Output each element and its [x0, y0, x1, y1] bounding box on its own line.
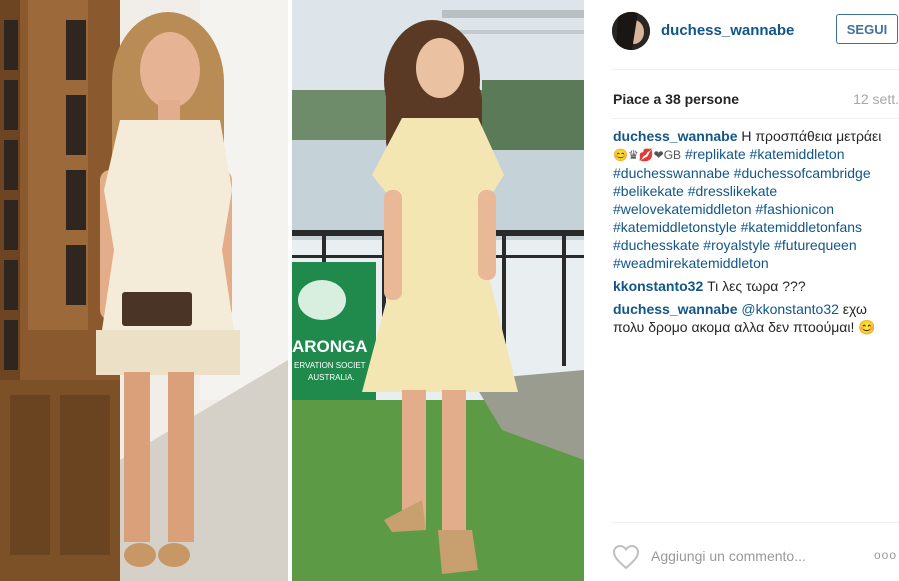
- post-date[interactable]: 12 sett.: [853, 91, 899, 107]
- hashtag[interactable]: #belikekate: [613, 183, 684, 199]
- sign-text-1: ARONGA: [292, 337, 368, 356]
- comment-text: Η προσπάθεια μετράει: [741, 128, 882, 144]
- post-image[interactable]: ARONGA ERVATION SOCIET AUSTRALIA.: [0, 0, 584, 581]
- hashtag[interactable]: #katemiddletonfans: [741, 219, 862, 235]
- post-panel: duchess_wannabe SEGUI Piace a 38 persone…: [584, 0, 899, 581]
- comment-emoji: 😊♛💋❤GB: [613, 148, 682, 162]
- photo-left: [0, 0, 288, 581]
- more-options-icon[interactable]: ooo: [874, 548, 897, 562]
- hashtag[interactable]: #katemiddleton: [750, 146, 845, 162]
- post-footer: Aggiungi un commento... ooo: [612, 536, 899, 576]
- hashtag[interactable]: #fashionicon: [755, 201, 834, 217]
- hashtag[interactable]: #welovekatemiddleton: [613, 201, 752, 217]
- comment: duchess_wannabe Η προσπάθεια μετράει 😊♛💋…: [613, 127, 897, 272]
- hashtag[interactable]: #replikate: [685, 146, 746, 162]
- avatar[interactable]: [612, 12, 650, 50]
- sign-text-2: ERVATION SOCIET: [294, 361, 366, 370]
- add-comment-input[interactable]: Aggiungi un commento...: [651, 548, 806, 564]
- heart-icon[interactable]: [612, 544, 640, 570]
- hashtag[interactable]: #duchesswannabe: [613, 165, 730, 181]
- hashtag[interactable]: #duchessofcambridge: [734, 165, 871, 181]
- comment-username[interactable]: duchess_wannabe: [613, 128, 738, 144]
- hashtag[interactable]: #dresslikekate: [688, 183, 778, 199]
- comment-text: Τι λες τωρα ???: [707, 278, 806, 294]
- comment: kkonstanto32 Τι λες τωρα ???: [613, 277, 897, 295]
- hashtag[interactable]: #futurequeen: [774, 237, 857, 253]
- likes-count[interactable]: Piace a 38 persone: [613, 91, 739, 107]
- divider: [612, 522, 899, 523]
- post-header: duchess_wannabe SEGUI: [584, 0, 899, 66]
- hashtag[interactable]: #duchesskate: [613, 237, 699, 253]
- comment-username[interactable]: duchess_wannabe: [613, 301, 738, 317]
- comment-mention[interactable]: @kkonstanto32: [741, 301, 839, 317]
- sign-text-3: AUSTRALIA.: [308, 373, 355, 382]
- divider: [612, 69, 899, 70]
- hashtag[interactable]: #katemiddletonstyle: [613, 219, 737, 235]
- divider: [612, 118, 899, 119]
- comment: duchess_wannabe @kkonstanto32 εχω πολυ δ…: [613, 300, 897, 336]
- comments-list: duchess_wannabe Η προσπάθεια μετράει 😊♛💋…: [613, 127, 897, 341]
- post-username[interactable]: duchess_wannabe: [661, 22, 794, 39]
- photo-right: ARONGA ERVATION SOCIET AUSTRALIA.: [292, 0, 584, 581]
- hashtag[interactable]: #royalstyle: [703, 237, 770, 253]
- follow-button[interactable]: SEGUI: [836, 14, 898, 44]
- comment-username[interactable]: kkonstanto32: [613, 278, 703, 294]
- hashtag[interactable]: #weadmirekatemiddleton: [613, 255, 769, 271]
